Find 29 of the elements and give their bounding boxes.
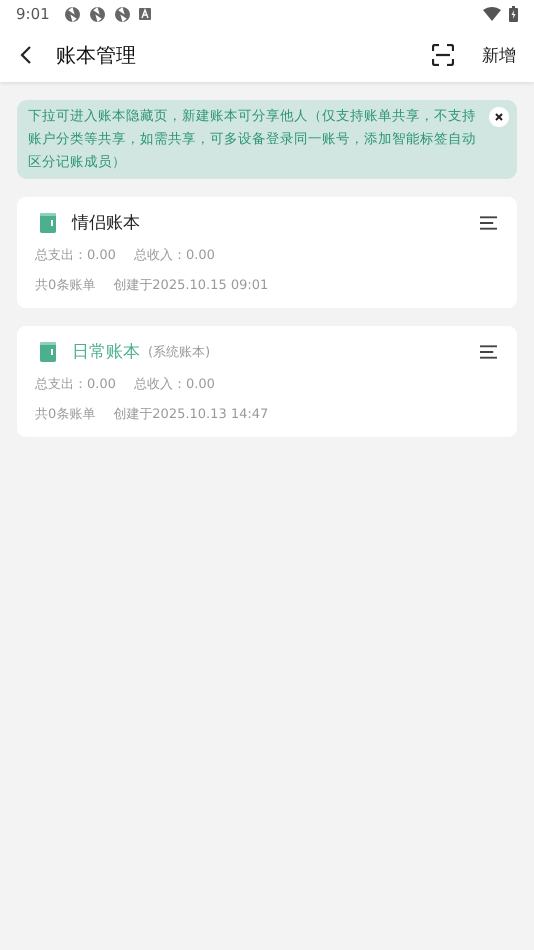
created-date: 创建于2025.10.13 14:47 bbox=[113, 406, 268, 423]
back-icon[interactable] bbox=[20, 45, 32, 65]
expense-text: 总支出：0.00 bbox=[35, 247, 116, 264]
notification-icon bbox=[114, 6, 131, 22]
income-text: 总收入：0.00 bbox=[134, 247, 215, 264]
menu-icon[interactable] bbox=[480, 344, 497, 358]
notification-icon bbox=[88, 6, 106, 22]
close-icon[interactable] bbox=[489, 107, 509, 127]
book-name: 日常账本 bbox=[72, 341, 140, 363]
menu-icon[interactable] bbox=[480, 216, 497, 230]
wifi-icon bbox=[483, 7, 501, 21]
book-name: 情侣账本 bbox=[72, 212, 140, 234]
book-icon bbox=[40, 212, 56, 232]
created-date: 创建于2025.10.15 09:01 bbox=[113, 277, 268, 294]
battery-icon bbox=[509, 6, 518, 22]
book-card[interactable]: 情侣账本 总支出：0.00 总收入：0.00 共0条账单 创建于2025.10.15 09:01 bbox=[17, 197, 517, 308]
income-text: 总收入：0.00 bbox=[134, 376, 215, 393]
notice-text: 下拉可进入账本隐藏页，新建账本可分享他人（仅支持账单共享，不支持账户分类等共享，如需共享，可多设备登录同一账号，添加智能标签自动区分记账成员） bbox=[28, 107, 477, 172]
expense-text: 总支出：0.00 bbox=[35, 376, 116, 393]
book-tag: (系统账本) bbox=[148, 342, 210, 360]
bill-count: 共0条账单 bbox=[35, 277, 96, 294]
notification-icon bbox=[64, 6, 81, 22]
scan-icon[interactable] bbox=[432, 44, 454, 66]
add-button[interactable]: 新增 bbox=[482, 44, 516, 66]
book-icon bbox=[40, 342, 56, 362]
keyboard-icon bbox=[138, 8, 151, 20]
page-title: 账本管理 bbox=[56, 42, 136, 68]
status-time: 9:01 bbox=[16, 5, 50, 23]
bill-count: 共0条账单 bbox=[35, 406, 96, 423]
